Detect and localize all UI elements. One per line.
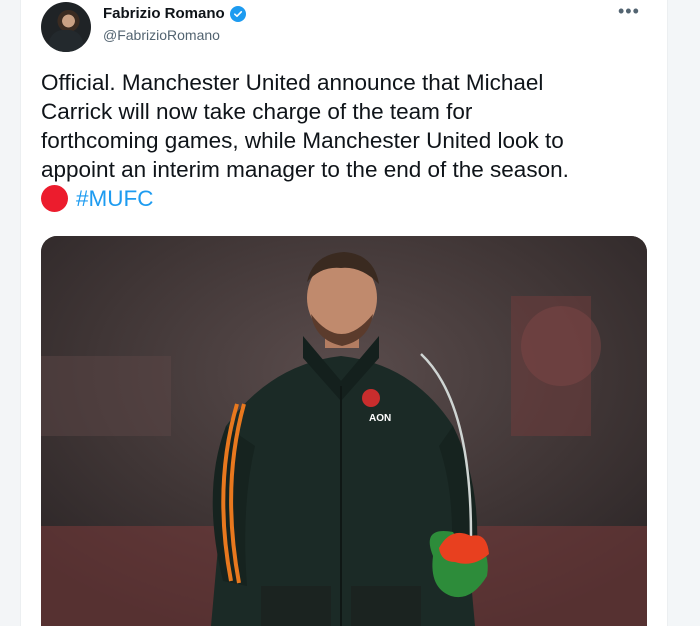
hashtag-row: #MUFC (41, 184, 661, 213)
ellipsis-icon[interactable]: ••• (618, 2, 640, 20)
tweet-photo[interactable]: AON (41, 236, 647, 626)
tweet-text-line: Carrick will now take charge of the team… (41, 99, 473, 124)
hashtag-link[interactable]: #MUFC (76, 184, 154, 213)
verified-badge-icon (229, 5, 246, 22)
user-handle[interactable]: @FabrizioRomano (103, 27, 220, 43)
photo-illustration: AON (41, 236, 647, 626)
tweet-text-line: forthcoming games, while Manchester Unit… (41, 128, 564, 153)
tweet-text-line: appoint an interim manager to the end of… (41, 157, 569, 182)
author-name-row[interactable]: Fabrizio Romano (103, 5, 246, 22)
jacket-sponsor: AON (369, 413, 391, 424)
tweet-text: Official. Manchester United announce tha… (41, 68, 661, 213)
background-strip (666, 0, 700, 626)
display-name[interactable]: Fabrizio Romano (103, 5, 225, 22)
red-circle-icon (41, 185, 68, 212)
tweet-card[interactable]: Fabrizio Romano @FabrizioRomano ••• Offi… (20, 0, 668, 626)
tweet-text-line: Official. Manchester United announce tha… (41, 70, 544, 95)
avatar[interactable] (41, 2, 91, 52)
